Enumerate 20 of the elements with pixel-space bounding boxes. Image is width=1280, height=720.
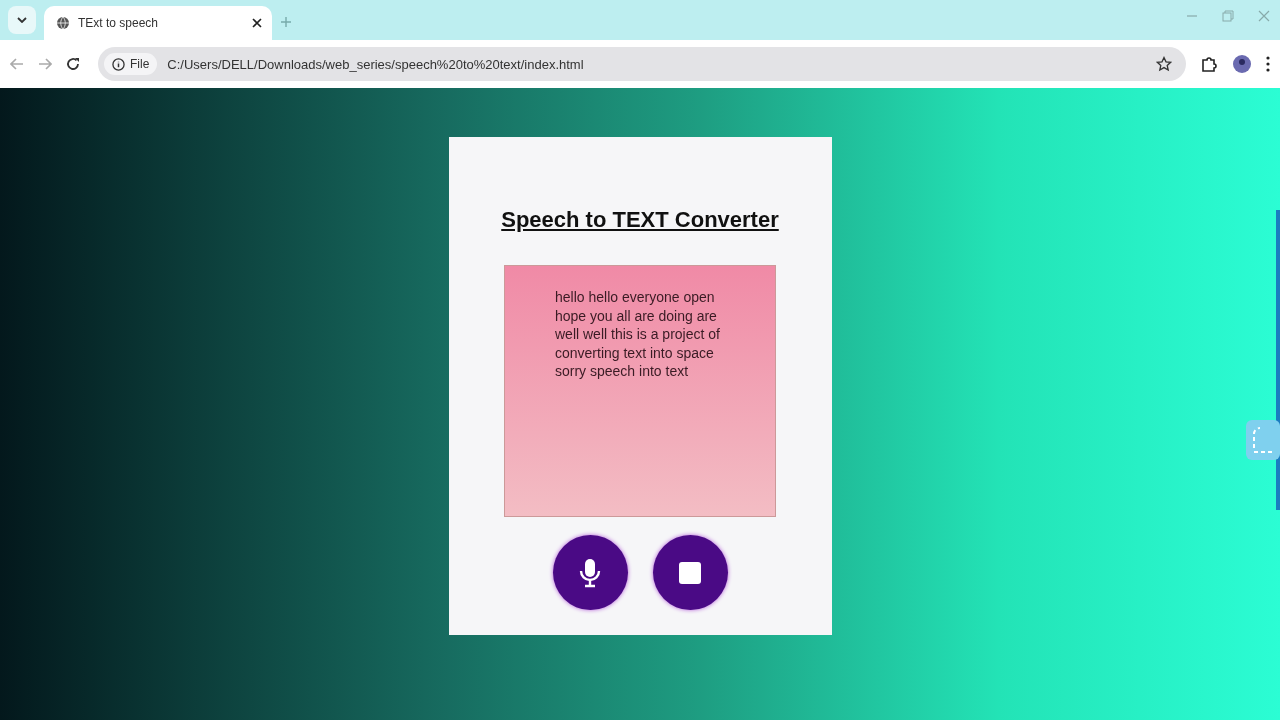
close-icon[interactable] (252, 18, 262, 28)
transcript-field[interactable]: hello hello everyone open hope you all are doing are well well this is a project of converting text into space sorry speech into text (504, 265, 776, 517)
address-bar[interactable]: File C:/Users/DELL/Downloads/web_series/speech%20to%20text/index.html (98, 47, 1186, 81)
globe-icon (56, 16, 70, 30)
info-icon (112, 57, 125, 71)
puzzle-icon[interactable] (1200, 55, 1218, 73)
menu-icon[interactable] (1266, 56, 1270, 72)
stop-button[interactable] (652, 535, 728, 610)
site-info-button[interactable]: File (104, 53, 158, 75)
profile-avatar-icon[interactable] (1232, 54, 1252, 74)
microphone-icon (579, 557, 601, 588)
chevron-down-icon (17, 17, 27, 23)
url-text: C:/Users/DELL/Downloads/web_series/speech%20to%20text/index.html (167, 56, 585, 72)
tab-search-button[interactable] (8, 6, 36, 34)
stop-icon (678, 560, 702, 585)
star-icon[interactable] (1156, 56, 1172, 72)
browser-tab[interactable]: TExt to speech (44, 6, 272, 40)
reload-icon[interactable] (66, 57, 80, 71)
page-title: Speech to TEXT Converter (501, 207, 779, 233)
microphone-button[interactable] (552, 535, 628, 610)
